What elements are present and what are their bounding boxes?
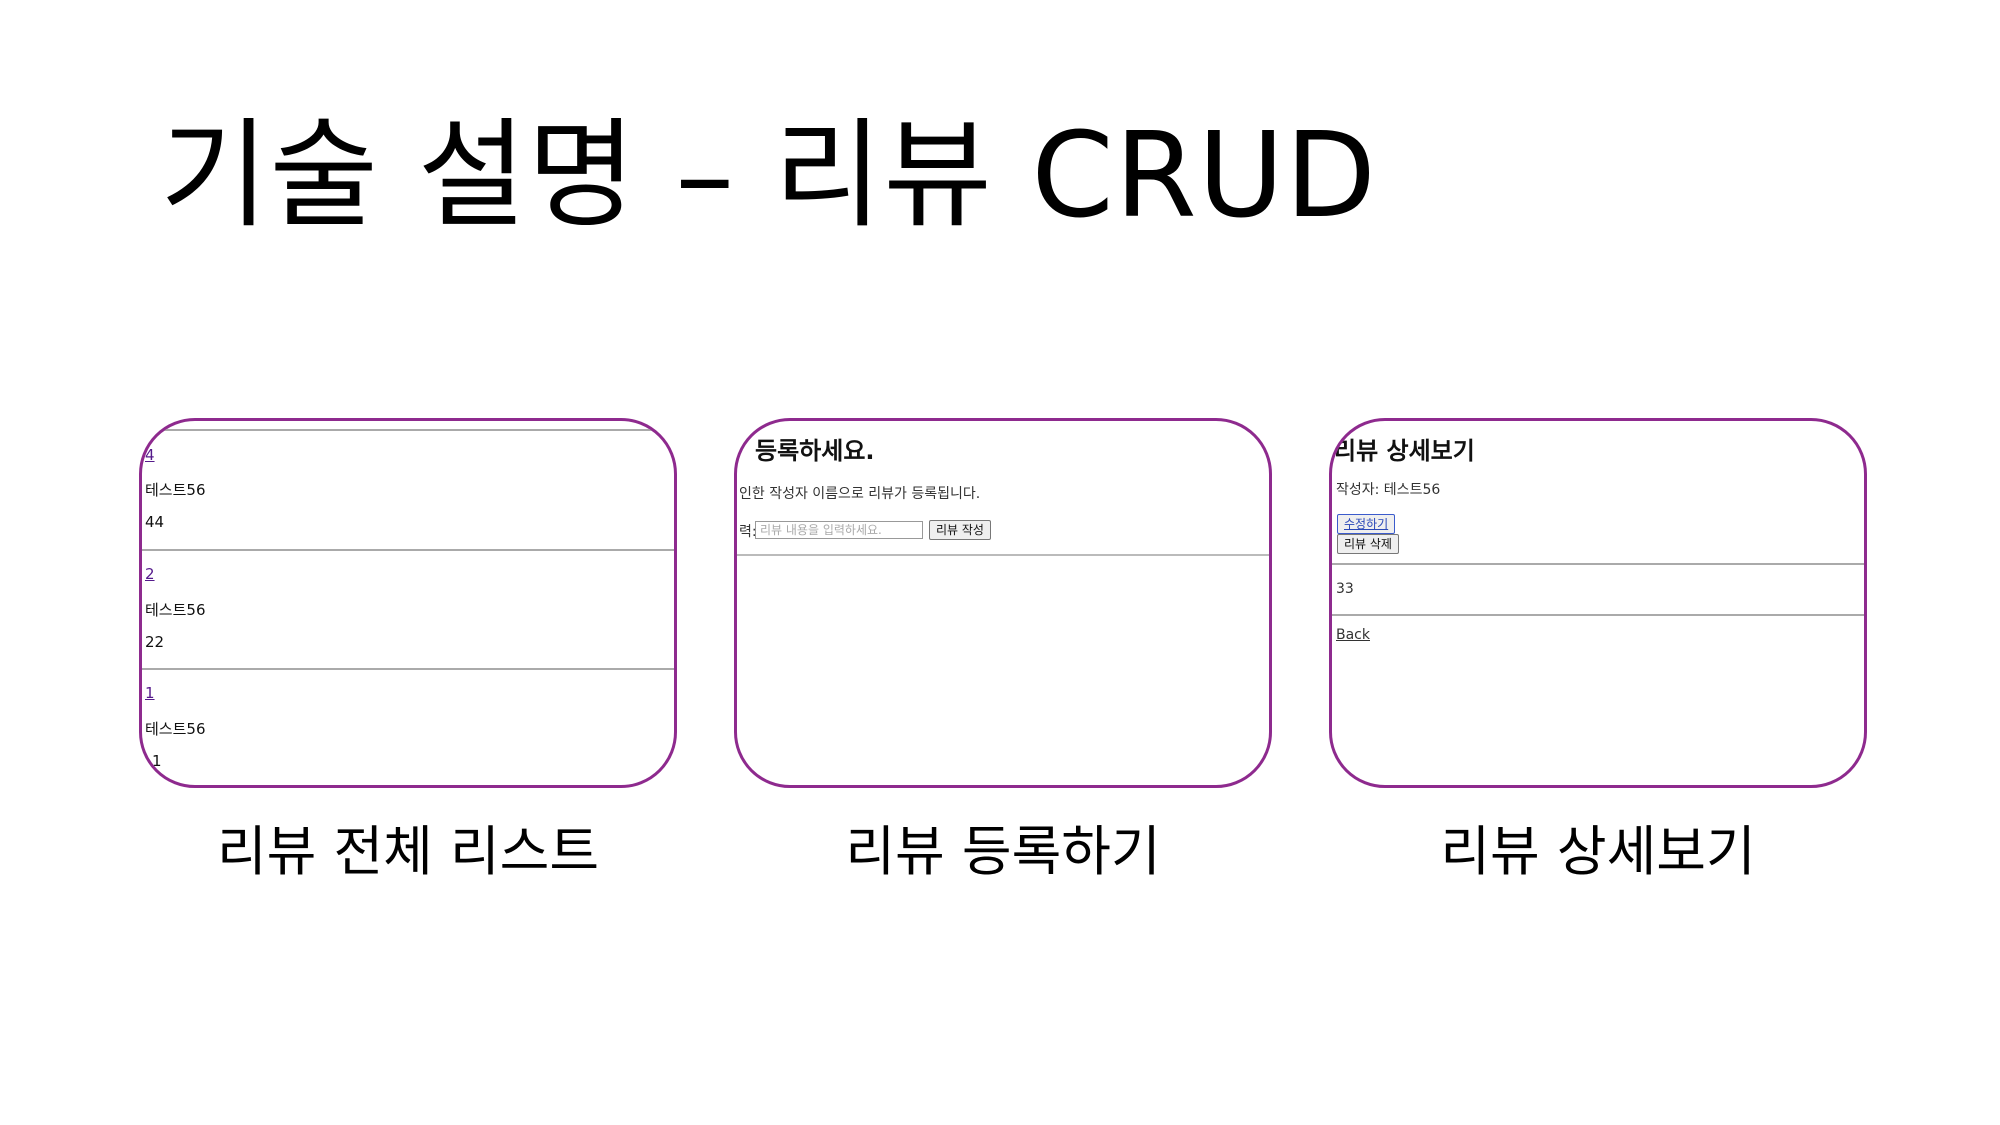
caption-review-detail: 리뷰 상세보기 bbox=[1440, 820, 1756, 883]
delete-review-button[interactable]: 리뷰 삭제 bbox=[1337, 534, 1399, 554]
submit-review-button[interactable]: 리뷰 작성 bbox=[929, 520, 991, 540]
row-divider bbox=[142, 668, 674, 670]
caption-review-create: 리뷰 등록하기 bbox=[845, 820, 1161, 883]
edit-review-button[interactable]: 수정하기 bbox=[1337, 514, 1396, 534]
review-content-input[interactable]: 리뷰 내용을 입력하세요. bbox=[755, 521, 923, 539]
row-divider bbox=[142, 429, 674, 431]
form-heading: 등록하세요. bbox=[755, 437, 875, 465]
review-author: 테스트56 bbox=[145, 481, 206, 499]
review-content: 22 bbox=[145, 633, 165, 651]
review-id-link[interactable]: 1 bbox=[145, 684, 155, 702]
review-detail-screenshot: 리뷰 상세보기 작성자: 테스트56 수정하기 리뷰 삭제 33 Back bbox=[1329, 418, 1867, 788]
slide-title: 기술 설명 – 리뷰 CRUD bbox=[160, 106, 1378, 244]
review-id-link[interactable]: 2 bbox=[145, 565, 155, 583]
detail-content: 33 bbox=[1336, 581, 1354, 597]
review-list-screenshot: 4 테스트56 44 2 테스트56 22 1 테스트56 1 bbox=[139, 418, 677, 788]
form-divider bbox=[737, 554, 1269, 556]
detail-author: 작성자: 테스트56 bbox=[1336, 482, 1441, 498]
form-notice: 인한 작성자 이름으로 리뷰가 등록됩니다. bbox=[739, 486, 981, 502]
review-content: 1 bbox=[152, 752, 162, 770]
review-content: 44 bbox=[145, 513, 165, 531]
review-author: 테스트56 bbox=[145, 601, 206, 619]
row-divider bbox=[142, 549, 674, 551]
review-id-link[interactable]: 4 bbox=[145, 446, 155, 464]
detail-divider bbox=[1332, 563, 1864, 565]
detail-divider bbox=[1332, 614, 1864, 616]
review-author: 테스트56 bbox=[145, 720, 206, 738]
review-create-screenshot: 등록하세요. 인한 작성자 이름으로 리뷰가 등록됩니다. 력: 리뷰 내용을 … bbox=[734, 418, 1272, 788]
detail-heading: 리뷰 상세보기 bbox=[1334, 437, 1475, 465]
form-field-label: 력: bbox=[739, 524, 757, 540]
caption-review-list: 리뷰 전체 리스트 bbox=[216, 820, 600, 883]
back-link[interactable]: Back bbox=[1336, 627, 1370, 643]
